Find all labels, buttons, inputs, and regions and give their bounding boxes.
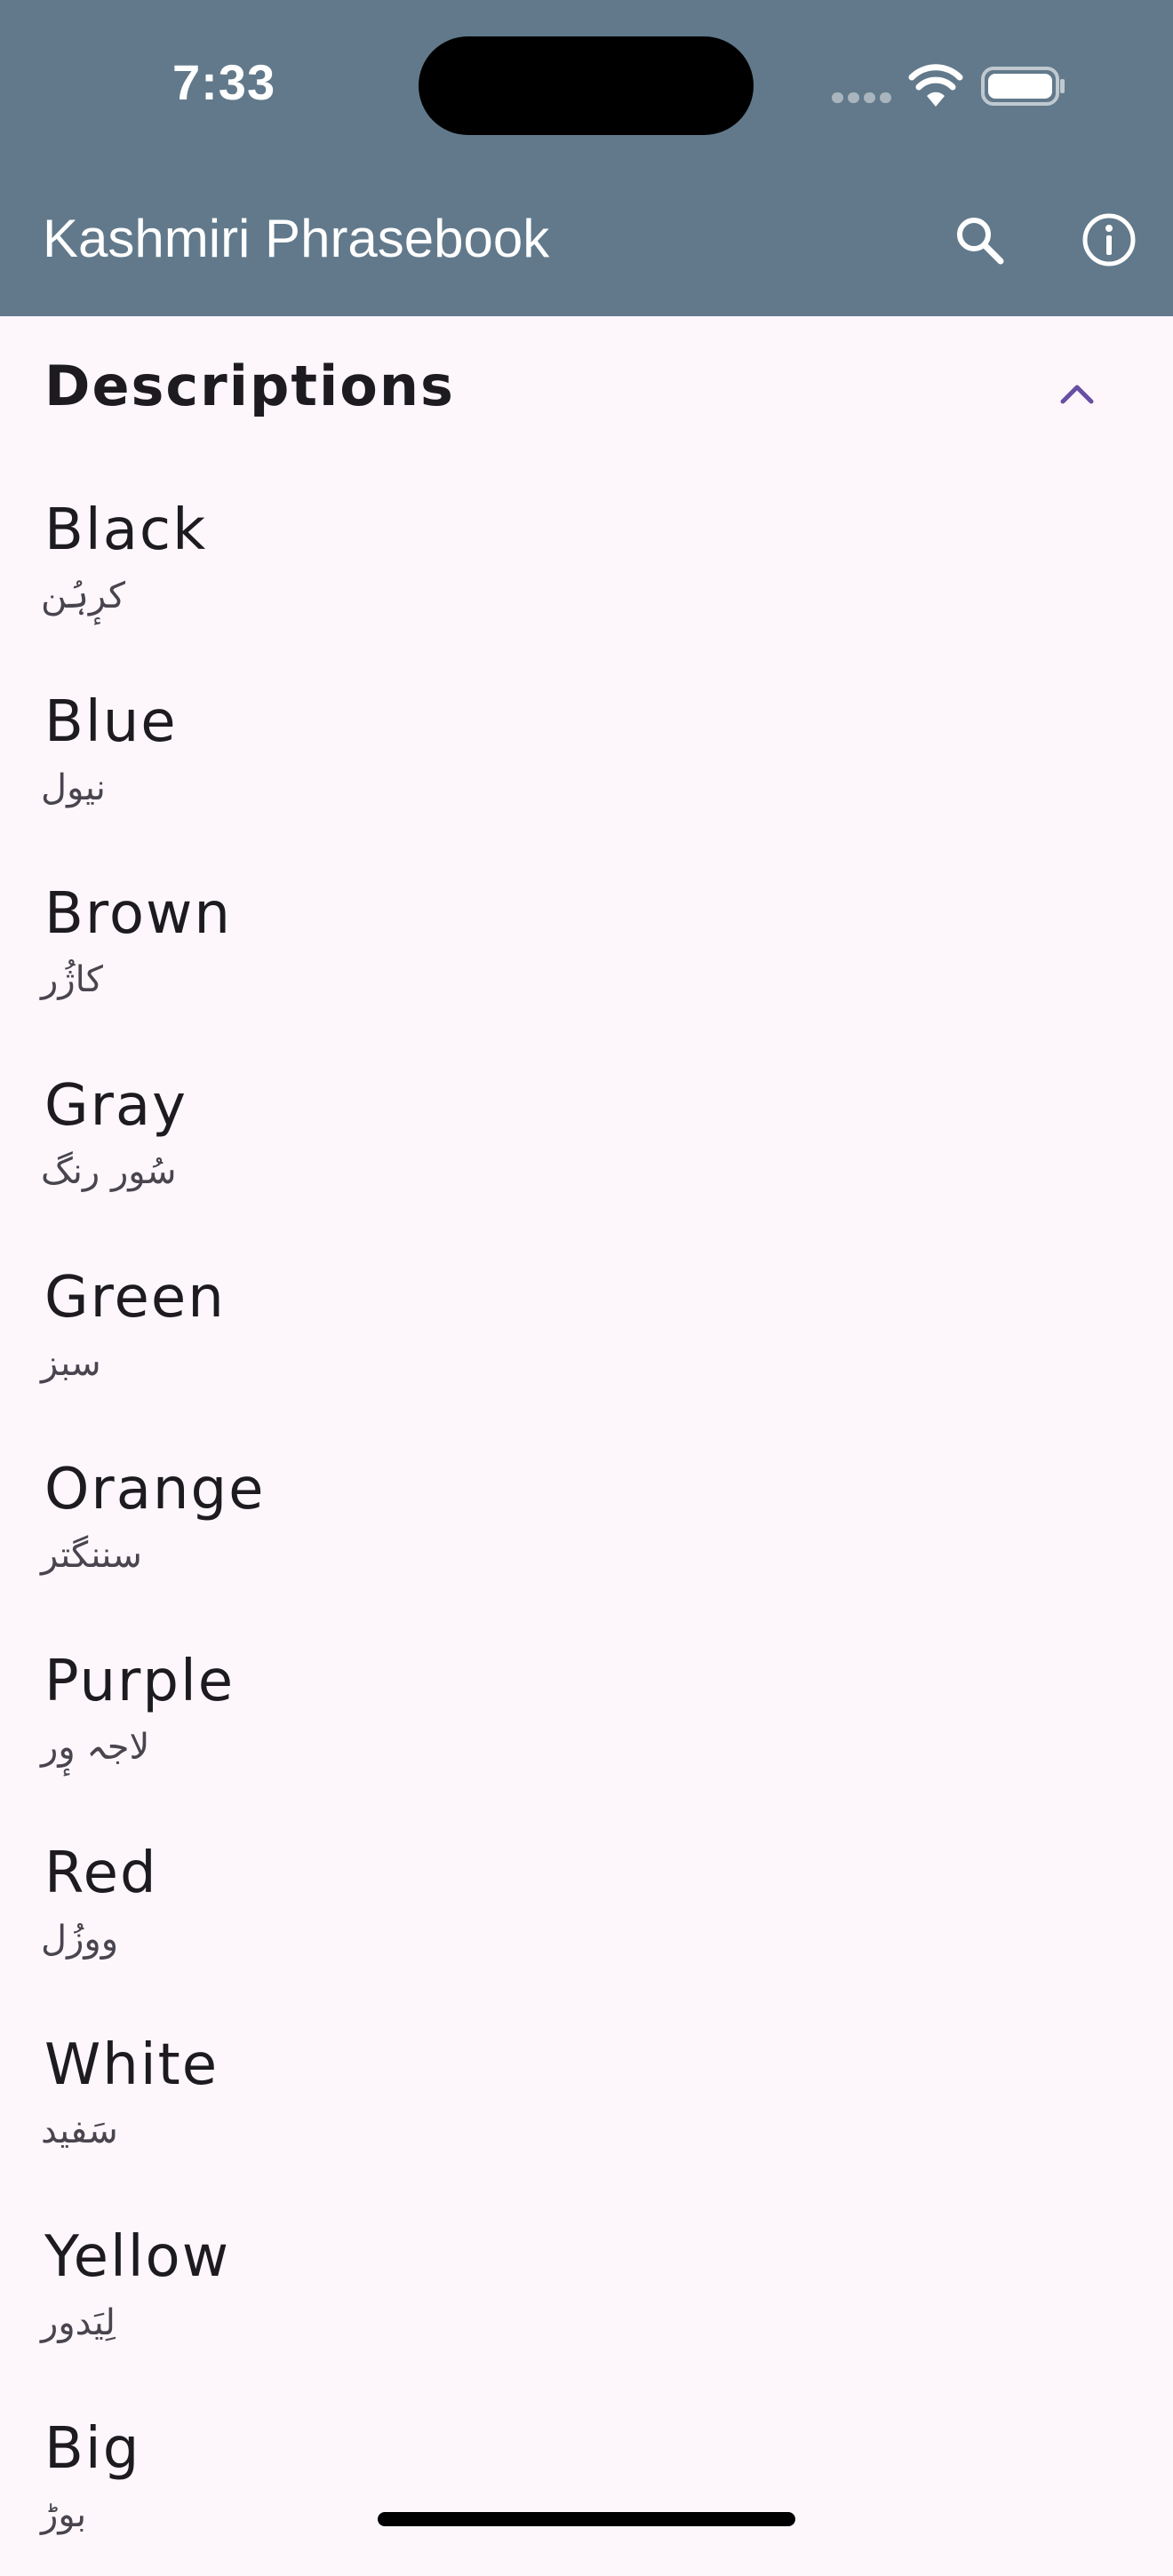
phrase-english: White — [44, 2032, 219, 2098]
list-item[interactable]: Gray سُور رنگ — [0, 1041, 1173, 1233]
phrase-english: Purple — [44, 1649, 235, 1714]
phrase-english: Blue — [44, 689, 178, 755]
list-item[interactable]: Blue نیول — [0, 657, 1173, 849]
wifi-icon — [908, 64, 963, 107]
phrase-english: Big — [44, 2416, 141, 2482]
phrase-kashmiri: سَفید — [41, 2111, 118, 2151]
phrase-kashmiri: نیول — [41, 767, 106, 808]
section-header-descriptions[interactable]: Descriptions — [0, 316, 1173, 465]
status-time: 7:33 — [172, 54, 276, 110]
list-item[interactable]: Yellow لِیَدور — [0, 2192, 1173, 2384]
home-indicator — [378, 2512, 795, 2526]
dynamic-island — [419, 36, 754, 135]
list-item[interactable]: Red ووزُل — [0, 1809, 1173, 2000]
list-item[interactable]: Green سبز — [0, 1233, 1173, 1425]
list-item[interactable]: Orange سننگتر — [0, 1425, 1173, 1617]
phrase-english: Orange — [44, 1457, 266, 1523]
phrase-english: Red — [44, 1841, 158, 1906]
phrase-kashmiri: لِیَدور — [41, 2302, 116, 2343]
info-icon — [1082, 213, 1136, 266]
phrase-english: Black — [44, 497, 208, 563]
list-item[interactable]: Black کرٕہُن — [0, 465, 1173, 657]
cellular-signal-icon — [832, 92, 892, 103]
phrase-kashmiri: سُور رنگ — [41, 1151, 177, 1192]
phrase-kashmiri: بوڑ — [41, 2494, 87, 2535]
section-title: Descriptions — [44, 354, 455, 418]
app-bar: 7:33 Kashmiri Phrasebook — [0, 0, 1173, 316]
phrase-english: Brown — [44, 881, 232, 947]
phrase-english: Yellow — [44, 2224, 231, 2290]
phrase-kashmiri: ووزُل — [41, 1919, 119, 1960]
phrase-kashmiri: کرٕہُن — [41, 576, 125, 616]
phrase-english: Green — [44, 1265, 226, 1331]
list-item[interactable]: Purple لاجہ وٕر — [0, 1617, 1173, 1809]
info-button[interactable] — [1066, 197, 1152, 282]
search-icon — [957, 218, 1004, 265]
phrase-kashmiri: لاجہ وٕر — [41, 1727, 150, 1768]
search-button[interactable] — [937, 197, 1022, 282]
phrase-kashmiri: سننگتر — [41, 1535, 142, 1576]
chevron-up-icon[interactable] — [1049, 366, 1105, 423]
app-title: Kashmiri Phrasebook — [43, 209, 550, 268]
phrase-kashmiri: سبز — [41, 1343, 101, 1384]
list-item[interactable]: Brown کاژُر — [0, 849, 1173, 1041]
phrase-english: Gray — [44, 1073, 188, 1139]
list-item[interactable]: White سَفید — [0, 2000, 1173, 2192]
battery-icon — [981, 67, 1065, 106]
phrase-kashmiri: کاژُر — [41, 959, 103, 1000]
phrase-list: Black کرٕہُن Blue نیول Brown کاژُر Gray سُور رن… — [0, 465, 1173, 2576]
